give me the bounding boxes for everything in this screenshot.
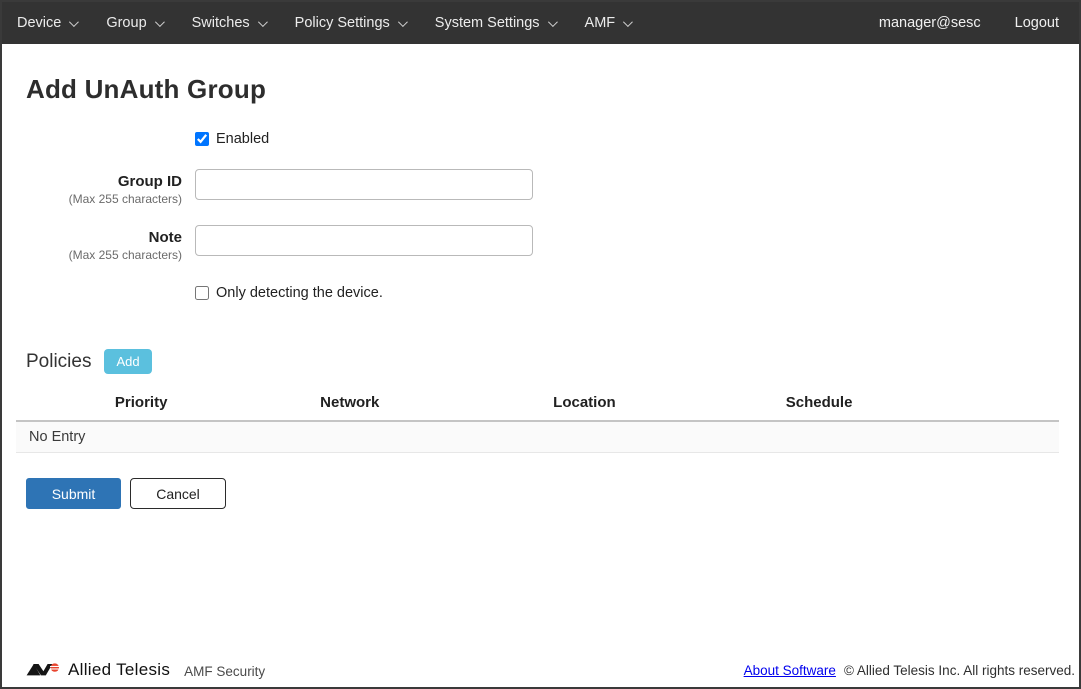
group-id-label-block: Group ID (Max 255 characters) bbox=[26, 169, 182, 207]
top-navbar: Device Group Switches Policy Settings Sy… bbox=[2, 2, 1079, 44]
enabled-label[interactable]: Enabled bbox=[216, 131, 269, 147]
nav-item-system-settings[interactable]: System Settings bbox=[420, 2, 570, 44]
nav-item-label: AMF bbox=[585, 15, 616, 31]
policies-section-header: Policies Add bbox=[26, 349, 1079, 374]
page-footer: Allied Telesis AMF Security About Softwa… bbox=[2, 655, 1079, 687]
chevron-down-icon bbox=[548, 17, 558, 27]
nav-item-label: System Settings bbox=[435, 15, 540, 31]
product-name: AMF Security bbox=[184, 661, 265, 679]
add-policy-button[interactable]: Add bbox=[104, 349, 151, 374]
table-empty-row: No Entry bbox=[16, 421, 1059, 453]
nav-item-label: Group bbox=[106, 15, 146, 31]
cancel-button[interactable]: Cancel bbox=[130, 478, 226, 509]
column-header-schedule: Schedule bbox=[736, 386, 903, 421]
note-label-block: Note (Max 255 characters) bbox=[26, 225, 182, 263]
navbar-menu: Device Group Switches Policy Settings Sy… bbox=[2, 2, 645, 44]
main-content: Add UnAuth Group Enabled Group ID (Max 2… bbox=[2, 74, 1079, 509]
column-header-location: Location bbox=[433, 386, 735, 421]
enabled-checkbox[interactable] bbox=[195, 132, 209, 146]
note-hint: (Max 255 characters) bbox=[26, 247, 182, 263]
chevron-down-icon bbox=[623, 17, 633, 27]
unauth-group-form: Enabled Group ID (Max 255 characters) No… bbox=[26, 131, 1079, 301]
page-title: Add UnAuth Group bbox=[26, 74, 1079, 105]
footer-links: About Software © Allied Telesis Inc. All… bbox=[744, 663, 1075, 678]
brand-name: Allied Telesis bbox=[68, 660, 170, 680]
nav-item-label: Policy Settings bbox=[295, 15, 390, 31]
enabled-row: Enabled bbox=[195, 131, 1079, 147]
column-header-priority: Priority bbox=[16, 386, 266, 421]
policies-table-header-row: Priority Network Location Schedule bbox=[16, 386, 1059, 421]
note-label: Note bbox=[26, 229, 182, 247]
nav-item-group[interactable]: Group bbox=[91, 2, 176, 44]
chevron-down-icon bbox=[69, 17, 79, 27]
no-entry-cell: No Entry bbox=[16, 421, 1059, 453]
policies-table: Priority Network Location Schedule No En… bbox=[16, 386, 1059, 453]
logout-button[interactable]: Logout bbox=[1015, 15, 1065, 31]
about-software-link[interactable]: About Software bbox=[744, 663, 836, 678]
only-detecting-row: Only detecting the device. bbox=[195, 285, 1079, 301]
nav-item-label: Device bbox=[17, 15, 61, 31]
copyright-text: © Allied Telesis Inc. All rights reserve… bbox=[844, 663, 1075, 678]
group-id-input[interactable] bbox=[195, 169, 533, 200]
group-id-label: Group ID bbox=[26, 173, 182, 191]
chevron-down-icon bbox=[398, 17, 408, 27]
nav-item-switches[interactable]: Switches bbox=[177, 2, 280, 44]
policies-heading: Policies bbox=[26, 351, 91, 373]
submit-button[interactable]: Submit bbox=[26, 478, 121, 509]
allied-telesis-logo-icon bbox=[26, 660, 62, 680]
logged-in-user: manager@sesc bbox=[879, 15, 981, 31]
navbar-right: manager@sesc Logout bbox=[879, 15, 1065, 31]
only-detecting-label[interactable]: Only detecting the device. bbox=[216, 285, 383, 301]
form-actions: Submit Cancel bbox=[26, 478, 1079, 509]
column-header-actions bbox=[903, 386, 1059, 421]
chevron-down-icon bbox=[258, 17, 268, 27]
nav-item-policy-settings[interactable]: Policy Settings bbox=[280, 2, 420, 44]
nav-item-device[interactable]: Device bbox=[2, 2, 91, 44]
nav-item-label: Switches bbox=[192, 15, 250, 31]
group-id-hint: (Max 255 characters) bbox=[26, 191, 182, 207]
nav-item-amf[interactable]: AMF bbox=[570, 2, 646, 44]
footer-brand: Allied Telesis AMF Security bbox=[26, 660, 265, 680]
chevron-down-icon bbox=[155, 17, 165, 27]
column-header-network: Network bbox=[266, 386, 433, 421]
only-detecting-checkbox[interactable] bbox=[195, 286, 209, 300]
note-input[interactable] bbox=[195, 225, 533, 256]
